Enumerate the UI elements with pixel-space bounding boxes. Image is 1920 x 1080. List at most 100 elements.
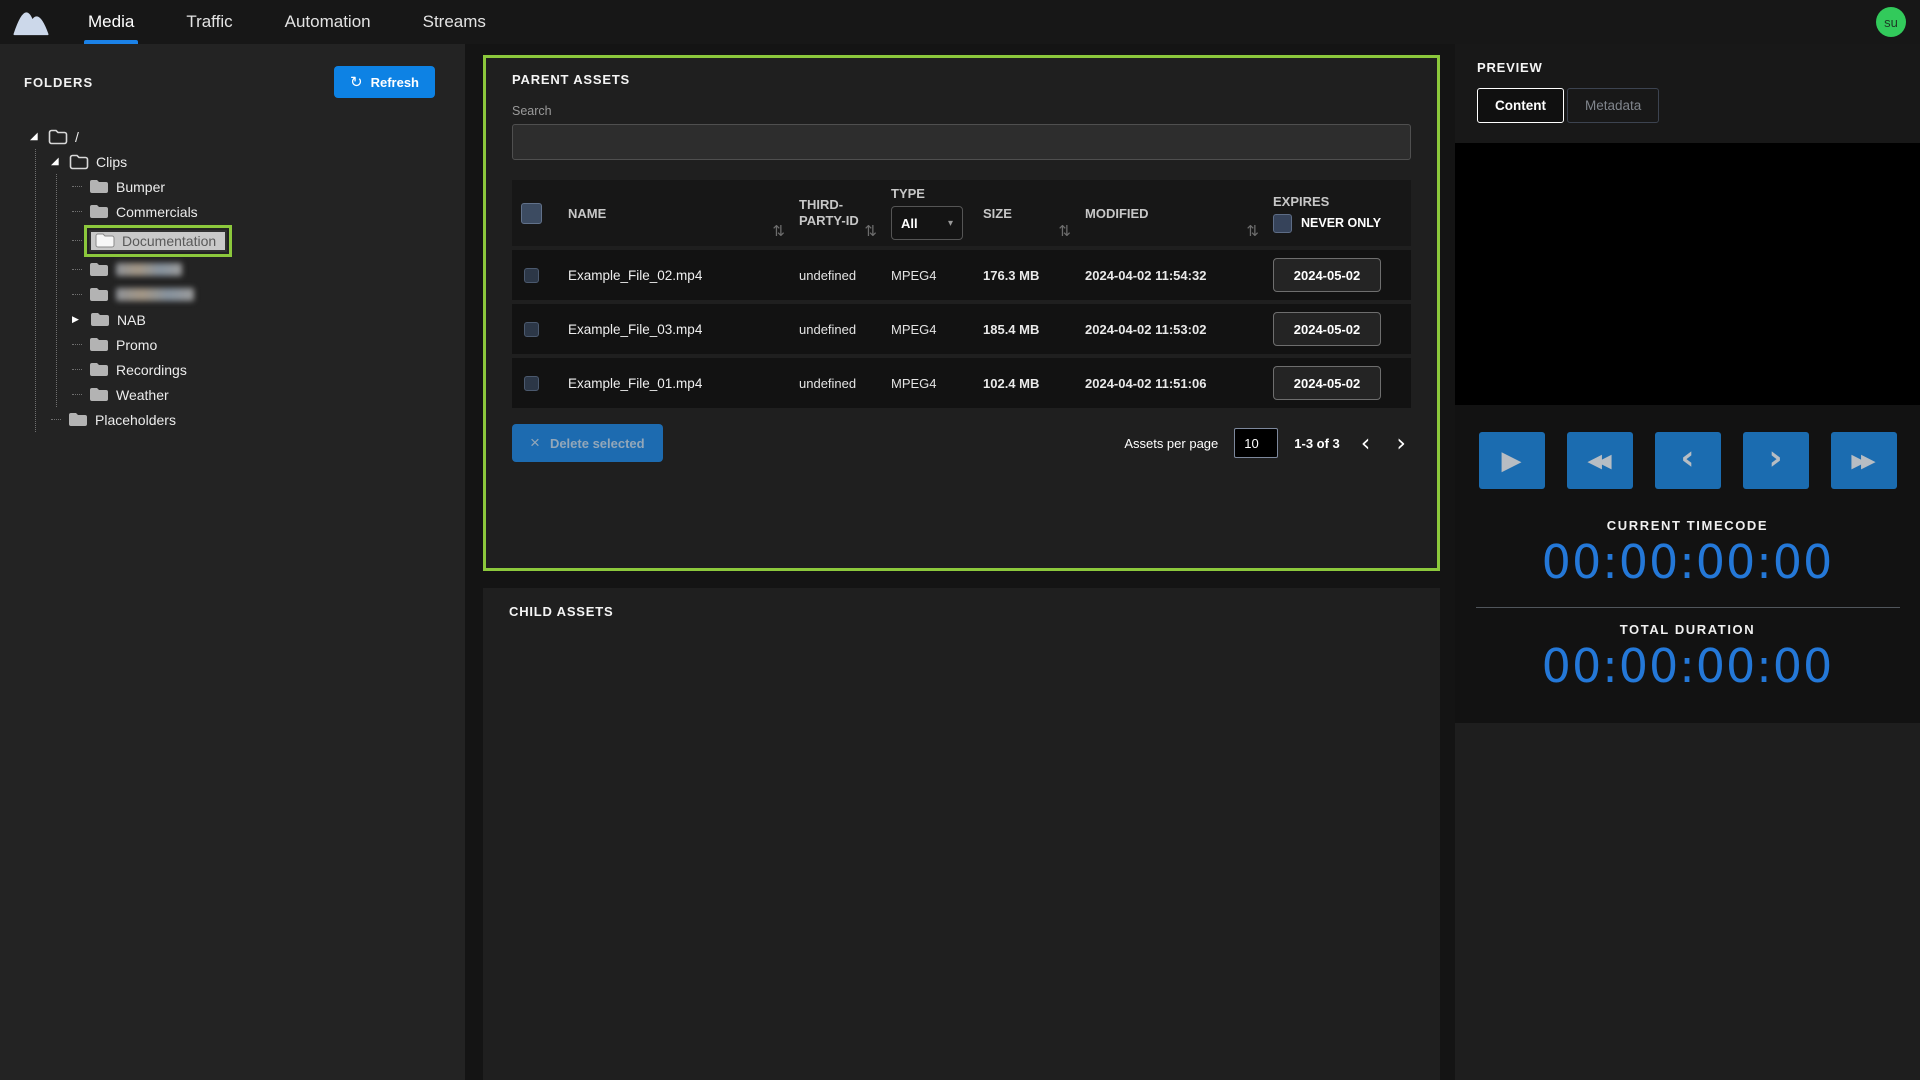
selected-folder-highlight[interactable]: Documentation bbox=[83, 224, 233, 257]
expires-date-button[interactable]: 2024-05-02 bbox=[1273, 258, 1381, 292]
folder-label: Promo bbox=[116, 336, 158, 353]
folder-item-placeholders[interactable]: Placeholders bbox=[51, 407, 435, 432]
never-only-checkbox[interactable] bbox=[1273, 213, 1292, 233]
sort-icon-name[interactable]: ⇅ bbox=[772, 222, 799, 240]
asset-third-party-id: undefined bbox=[799, 321, 857, 337]
column-header-size: SIZE ⇅ bbox=[983, 180, 1085, 246]
asset-name: Example_File_01.mp4 bbox=[568, 375, 703, 391]
folder-item-bumper[interactable]: Bumper bbox=[72, 174, 435, 199]
asset-type: MPEG4 bbox=[891, 267, 937, 283]
tree-connector bbox=[72, 269, 82, 270]
table-footer: × Delete selected Assets per page 1-3 of… bbox=[512, 424, 1411, 462]
row-checkbox-cell bbox=[512, 267, 568, 283]
current-timecode-label: CURRENT TIMECODE bbox=[1606, 518, 1769, 533]
folder-icon bbox=[89, 204, 109, 220]
asset-row[interactable]: Example_File_02.mp4 undefined MPEG4 176.… bbox=[512, 250, 1411, 300]
video-preview-area bbox=[1455, 143, 1920, 405]
delete-selected-label: Delete selected bbox=[549, 435, 645, 451]
folder-item-blurred-2[interactable] bbox=[72, 282, 435, 307]
folder-item-weather[interactable]: Weather bbox=[72, 382, 435, 407]
column-header-name: NAME ⇅ bbox=[568, 180, 799, 246]
tree-connector bbox=[72, 344, 82, 345]
nav-tab-traffic[interactable]: Traffic bbox=[160, 0, 258, 44]
column-header-expires: EXPIRES NEVER ONLY bbox=[1273, 180, 1411, 246]
type-filter-dropdown[interactable]: All ▾ bbox=[891, 206, 963, 240]
folder-icon bbox=[89, 179, 109, 195]
column-header-modified: MODIFIED ⇅ bbox=[1085, 180, 1273, 246]
rewind-button[interactable]: ◀◀ bbox=[1566, 432, 1633, 489]
folder-item-blurred-1[interactable] bbox=[72, 257, 435, 282]
folder-tree: ◢ / ◢ Clips Bumper Commercials Documenta… bbox=[30, 124, 435, 432]
pagination-range: 1-3 of 3 bbox=[1294, 435, 1340, 451]
folder-icon bbox=[90, 312, 110, 328]
delete-selected-button[interactable]: × Delete selected bbox=[512, 424, 663, 462]
expires-date-button[interactable]: 2024-05-02 bbox=[1273, 366, 1381, 400]
sort-icon-third-party-id[interactable]: ⇅ bbox=[864, 222, 891, 240]
expand-arrow-icon[interactable]: ◢ bbox=[30, 131, 41, 142]
user-avatar[interactable]: su bbox=[1876, 7, 1906, 37]
row-checkbox[interactable] bbox=[524, 375, 539, 391]
row-checkbox[interactable] bbox=[524, 321, 539, 337]
expand-arrow-icon[interactable]: ◢ bbox=[51, 156, 62, 167]
nav-tab-automation[interactable]: Automation bbox=[259, 0, 397, 44]
playback-buttons: ▶ ◀◀ ‹ › ▶▶ bbox=[1478, 432, 1897, 489]
sort-icon-modified[interactable]: ⇅ bbox=[1246, 222, 1273, 240]
folder-item-documentation-selected[interactable]: Documentation bbox=[72, 224, 435, 257]
nav-tabs: Media Traffic Automation Streams bbox=[62, 0, 512, 44]
child-assets-title: CHILD ASSETS bbox=[509, 604, 614, 619]
row-checkbox[interactable] bbox=[524, 267, 539, 283]
play-button[interactable]: ▶ bbox=[1478, 432, 1545, 489]
tab-metadata[interactable]: Metadata bbox=[1567, 88, 1660, 123]
folder-item-recordings[interactable]: Recordings bbox=[72, 357, 435, 382]
blurred-folder-label bbox=[116, 263, 182, 276]
nav-tab-streams[interactable]: Streams bbox=[397, 0, 512, 44]
current-timecode-value: 00:00:00:00 bbox=[1541, 535, 1834, 589]
step-back-button[interactable]: ‹ bbox=[1654, 432, 1721, 489]
nav-tab-media[interactable]: Media bbox=[62, 0, 160, 44]
asset-size: 185.4 MB bbox=[983, 321, 1040, 337]
folder-item-promo[interactable]: Promo bbox=[72, 332, 435, 357]
folder-item-nab[interactable]: ▶ NAB bbox=[72, 307, 435, 332]
tab-content[interactable]: Content bbox=[1477, 88, 1564, 123]
fast-forward-button[interactable]: ▶▶ bbox=[1830, 432, 1897, 489]
per-page-input[interactable] bbox=[1234, 428, 1279, 458]
expires-date-button[interactable]: 2024-05-02 bbox=[1273, 312, 1381, 346]
nav-tab-media-label: Media bbox=[88, 12, 135, 31]
sidebar-header: FOLDERS ↻ Refresh bbox=[24, 66, 435, 98]
sort-icon-size[interactable]: ⇅ bbox=[1058, 222, 1085, 240]
assets-table-header: NAME ⇅ THIRD-PARTY-ID ⇅ TYPE All ▾ SIZE … bbox=[512, 180, 1411, 246]
folder-open-icon bbox=[69, 154, 89, 170]
refresh-button[interactable]: ↻ Refresh bbox=[334, 66, 435, 98]
parent-assets-title: PARENT ASSETS bbox=[512, 72, 631, 87]
main-column: PARENT ASSETS Search NAME ⇅ THIRD-PARTY-… bbox=[465, 44, 1455, 1080]
page-next-icon[interactable]: › bbox=[1391, 431, 1411, 455]
page-prev-icon[interactable]: ‹ bbox=[1356, 431, 1376, 455]
step-forward-button[interactable]: › bbox=[1742, 432, 1809, 489]
folder-item-root[interactable]: ◢ / bbox=[30, 124, 435, 149]
preview-title: PREVIEW bbox=[1477, 60, 1543, 75]
select-all-checkbox[interactable] bbox=[521, 202, 542, 224]
asset-row[interactable]: Example_File_03.mp4 undefined MPEG4 185.… bbox=[512, 304, 1411, 354]
preview-panel: PREVIEW Content Metadata ▶ ◀◀ ‹ › ▶▶ CUR… bbox=[1455, 44, 1920, 1080]
fast-forward-icon: ▶▶ bbox=[1851, 449, 1875, 472]
asset-expires-cell: 2024-05-02 bbox=[1273, 258, 1411, 292]
folders-title: FOLDERS bbox=[24, 74, 94, 90]
nav-tab-traffic-label: Traffic bbox=[186, 12, 233, 31]
folder-icon bbox=[95, 233, 115, 249]
collapsed-arrow-icon[interactable]: ▶ bbox=[72, 315, 83, 325]
refresh-icon: ↻ bbox=[350, 73, 363, 91]
folder-label: Clips bbox=[96, 153, 128, 170]
search-input[interactable] bbox=[512, 124, 1411, 160]
asset-expires-cell: 2024-05-02 bbox=[1273, 366, 1411, 400]
asset-name: Example_File_02.mp4 bbox=[568, 267, 703, 283]
column-label-name: NAME bbox=[568, 205, 607, 221]
play-icon: ▶ bbox=[1501, 445, 1522, 476]
folder-item-commercials[interactable]: Commercials bbox=[72, 199, 435, 224]
app-logo-icon[interactable] bbox=[0, 0, 62, 44]
nav-tab-automation-label: Automation bbox=[284, 12, 371, 31]
asset-modified: 2024-04-02 11:51:06 bbox=[1085, 375, 1207, 391]
timecode-divider bbox=[1475, 607, 1900, 608]
asset-row[interactable]: Example_File_01.mp4 undefined MPEG4 102.… bbox=[512, 358, 1411, 408]
folder-item-clips[interactable]: ◢ Clips bbox=[51, 149, 435, 174]
asset-third-party-id: undefined bbox=[799, 267, 857, 283]
